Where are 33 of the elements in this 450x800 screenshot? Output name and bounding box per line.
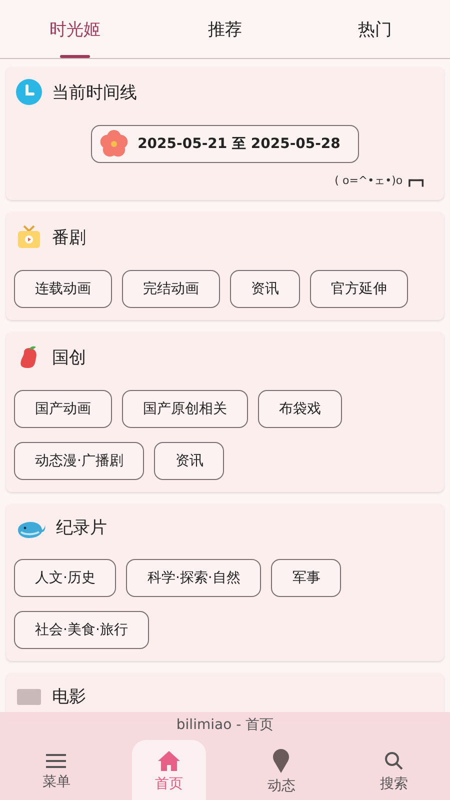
kaomoji-text: ( o=^•ェ•)o ┏━┓ bbox=[334, 173, 427, 188]
category-chip[interactable]: 官方延伸 bbox=[310, 270, 408, 308]
category-chip[interactable]: 布袋戏 bbox=[258, 390, 342, 428]
section-title: 国创 bbox=[52, 346, 86, 368]
category-chip[interactable]: 人文·历史 bbox=[14, 559, 116, 597]
nav-item[interactable]: 搜索 bbox=[356, 740, 431, 800]
home-icon bbox=[158, 750, 180, 770]
section-title: 当前时间线 bbox=[52, 82, 137, 104]
tab[interactable]: 热门 bbox=[300, 0, 450, 58]
category-chip[interactable]: 科学·探索·自然 bbox=[126, 559, 262, 597]
flower-icon bbox=[100, 130, 128, 158]
tab[interactable]: 推荐 bbox=[150, 0, 300, 58]
category-chip[interactable]: 资讯 bbox=[230, 270, 300, 308]
category-chip[interactable]: 国产动画 bbox=[14, 390, 112, 428]
category-chip[interactable]: 完结动画 bbox=[122, 270, 220, 308]
date-range-button[interactable]: 2025-05-21 至 2025-05-28 bbox=[90, 125, 360, 163]
category-chip[interactable]: 社会·美食·旅行 bbox=[14, 611, 149, 649]
category-chip[interactable]: 连载动画 bbox=[14, 270, 112, 308]
tab[interactable]: 时光姬 bbox=[0, 0, 150, 58]
nav-item[interactable]: 动态 bbox=[244, 740, 318, 800]
section-title: 纪录片 bbox=[56, 517, 107, 539]
section-title: 电影 bbox=[52, 686, 86, 708]
category-chip[interactable]: 资讯 bbox=[154, 442, 224, 480]
category-chip[interactable]: 国产原创相关 bbox=[122, 390, 248, 428]
menu-icon bbox=[46, 752, 66, 768]
clock-icon bbox=[16, 79, 42, 105]
category-chip[interactable]: 动态漫·广播剧 bbox=[14, 442, 144, 480]
search-icon bbox=[384, 750, 404, 770]
category-chip[interactable]: 军事 bbox=[271, 559, 342, 597]
nav-item[interactable]: 菜单 bbox=[19, 740, 94, 800]
page-title: bilimiao - 首页 bbox=[176, 716, 274, 734]
section-title: 番剧 bbox=[52, 226, 86, 248]
tv-icon bbox=[16, 224, 42, 250]
